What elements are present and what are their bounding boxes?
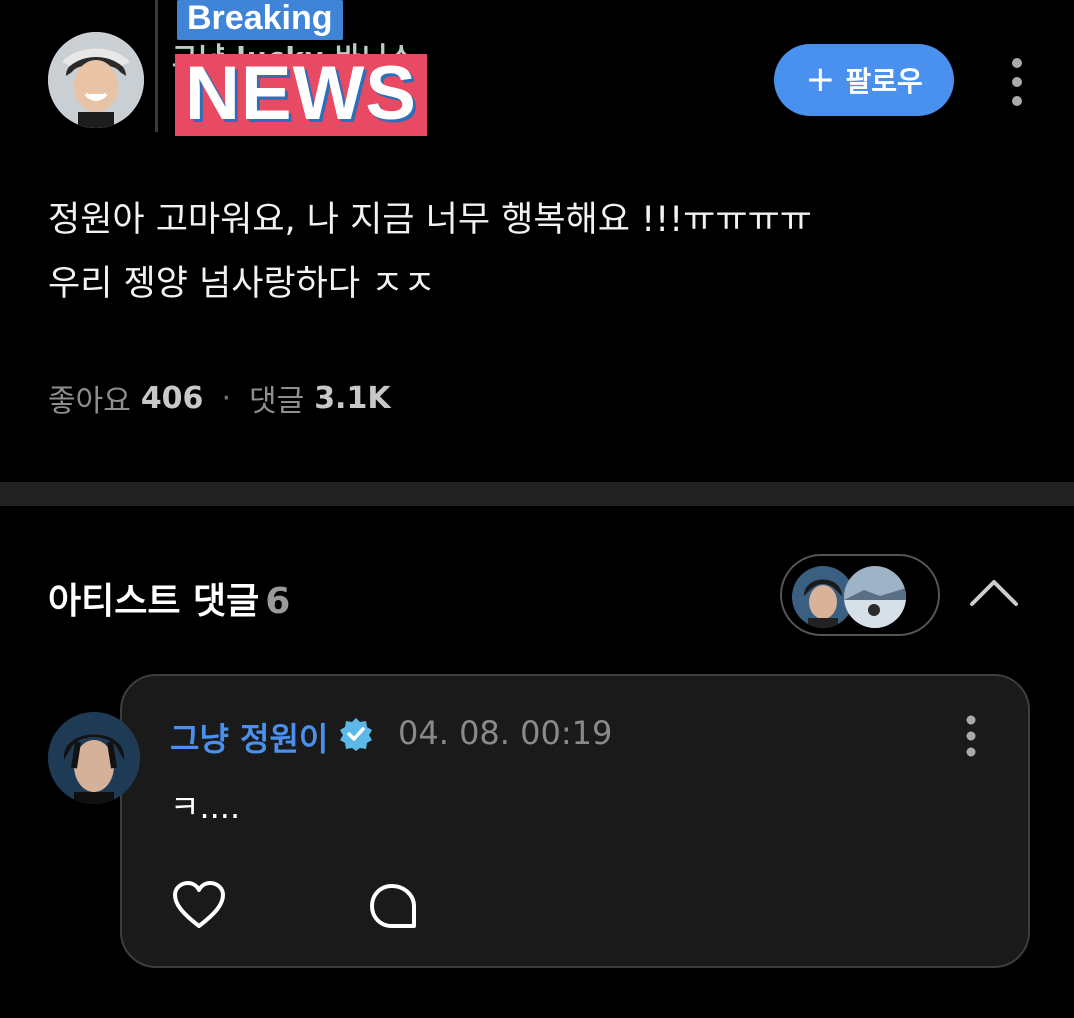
- chevron-up-icon[interactable]: [968, 574, 1020, 614]
- artist-comments-count: 6: [265, 581, 291, 622]
- post-line-1: 정원아 고마워요, 나 지금 너무 행복해요 !!!ㅠㅠㅠㅠ: [48, 200, 812, 240]
- comment-timestamp: 04. 08. 00:19: [398, 714, 613, 752]
- artist-comments-label: 아티스트 댓글: [48, 581, 260, 622]
- commenter-avatar[interactable]: [48, 712, 140, 804]
- section-divider: [0, 482, 1074, 506]
- heart-icon[interactable]: [172, 880, 226, 930]
- commenter-name[interactable]: 그냥 정원이: [170, 714, 328, 760]
- reply-bubble-icon[interactable]: [368, 882, 418, 930]
- artist-avatars-pill[interactable]: [780, 554, 940, 636]
- author-avatar[interactable]: [48, 32, 144, 128]
- artist-comments-title: 아티스트 댓글 6: [48, 572, 290, 624]
- artist-avatar-2: [844, 566, 906, 628]
- stats-separator: ·: [221, 380, 231, 416]
- more-vertical-icon[interactable]: [1004, 56, 1030, 108]
- post-line-2: 우리 젱양 넘사랑하다 ㅈㅈ: [48, 264, 436, 304]
- post-text: 정원아 고마워요, 나 지금 너무 행복해요 !!!ㅠㅠㅠㅠ 우리 젱양 넘사랑…: [48, 188, 1008, 316]
- likes-label: 좋아요: [48, 384, 131, 419]
- comments-label: 댓글: [248, 384, 305, 419]
- plus-icon: +: [805, 59, 836, 100]
- likes-count[interactable]: 406: [141, 381, 204, 416]
- post-stats: 좋아요 406 · 댓글 3.1K: [48, 376, 391, 420]
- comments-count[interactable]: 3.1K: [314, 381, 390, 416]
- follow-label: 팔로우: [845, 65, 923, 98]
- follow-button[interactable]: + 팔로우: [774, 44, 954, 116]
- breaking-sticker: Breaking: [177, 0, 343, 40]
- comment-text: ㅋ....: [170, 788, 241, 826]
- header-divider: [155, 0, 158, 132]
- news-sticker: NEWS: [175, 54, 427, 136]
- comment-more-icon[interactable]: [960, 714, 982, 758]
- verified-badge-icon: [338, 716, 374, 752]
